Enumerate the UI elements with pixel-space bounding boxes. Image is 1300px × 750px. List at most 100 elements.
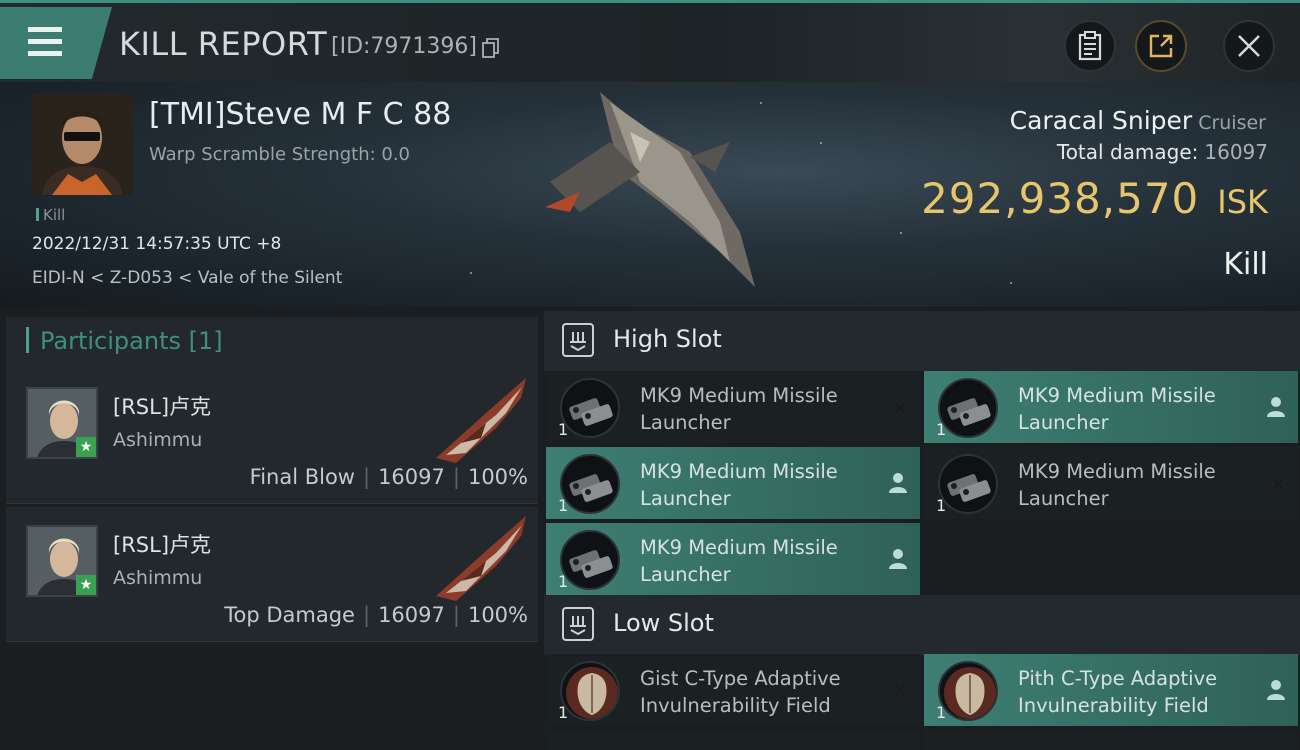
kill-tag: Kill <box>36 206 65 224</box>
module-item[interactable]: 1 MK9 Medium Missile Launcher ✕ <box>546 371 920 443</box>
isk-value: 292,938,570 ISK <box>921 174 1268 223</box>
total-damage-value: 16097 <box>1204 140 1268 164</box>
participant-name: [RSL]卢克 <box>113 533 212 557</box>
module-item[interactable]: 1 Pith C-Type Adaptive Invulnerability Fi… <box>924 654 1298 726</box>
stats-separator: | <box>362 465 371 489</box>
corp-star-icon: ★ <box>76 437 96 457</box>
module-name-line: Launcher <box>640 487 731 510</box>
participant-ship: Ashimmu <box>113 429 203 451</box>
victim-name[interactable]: [TMI]Steve M F C 88 <box>149 97 451 132</box>
victim-ship-image <box>545 92 755 287</box>
pilot-avatar <box>32 94 133 195</box>
menu-icon-bar <box>28 39 62 44</box>
module-image <box>569 398 613 426</box>
participant-ship-image <box>436 378 526 463</box>
destroyed-icon: ✕ <box>1269 472 1286 496</box>
module-image <box>569 474 613 502</box>
slot-glyph <box>570 332 586 352</box>
participant-card[interactable]: ★ [RSL]卢克 Ashimmu Final Blow | 16097 | 100% <box>6 369 538 504</box>
high-slot-header: High Slot <box>544 311 1300 371</box>
report-id: [ID:7971396] <box>331 34 477 59</box>
ship-name-text: Caracal Sniper <box>1009 106 1193 135</box>
missile-launcher-icon <box>560 454 620 514</box>
module-quantity: 1 <box>558 703 569 722</box>
clipboard-button[interactable] <box>1064 20 1116 72</box>
kill-location[interactable]: EIDI-N < Z-D053 < Vale of the Silent <box>32 268 342 288</box>
module-name-line: MK9 Medium Missile <box>1018 384 1216 407</box>
participant-card[interactable]: ★ [RSL]卢克 Ashimmu Top Damage | 16097 | 100% <box>6 507 538 642</box>
participants-accent <box>26 327 29 353</box>
person-icon <box>1267 397 1285 417</box>
participant-damage: 16097 <box>378 603 445 627</box>
stats-separator: | <box>362 603 371 627</box>
module-item-partial[interactable] <box>924 730 1298 750</box>
kill-tag-label: Kill <box>43 206 66 224</box>
module-name-line: Pith C-Type Adaptive <box>1018 667 1218 690</box>
menu-icon <box>28 27 62 32</box>
stats-separator: | <box>452 603 460 627</box>
person-icon <box>889 549 907 569</box>
module-item[interactable]: 1 MK9 Medium Missile Launcher ✕ <box>924 447 1298 519</box>
participant-stats: Final Blow | 16097 | 100% <box>250 465 528 489</box>
person-icon <box>1267 680 1285 700</box>
module-item[interactable]: 1 Gist C-Type Adaptive Invulnerability Fi… <box>546 654 920 726</box>
module-image <box>569 550 613 578</box>
victim-portrait[interactable] <box>32 94 133 195</box>
module-name-line: MK9 Medium Missile <box>1018 460 1216 483</box>
warp-scramble-strength: Warp Scramble Strength: 0.0 <box>149 144 411 165</box>
module-name: MK9 Medium Missile Launcher <box>1018 458 1248 512</box>
kill-tag-marker <box>36 208 39 221</box>
bg-star <box>1010 282 1012 284</box>
slot-glyph <box>570 616 586 636</box>
module-name-line: Launcher <box>640 411 731 434</box>
person-icon <box>889 473 907 493</box>
copy-icon[interactable] <box>482 38 500 58</box>
stats-separator: | <box>452 465 460 489</box>
victim-ship-name[interactable]: Caracal Sniper Cruiser <box>1010 106 1266 135</box>
total-damage-label: Total damage: <box>1056 140 1199 164</box>
participant-name: [RSL]卢克 <box>113 395 212 419</box>
page-title: KILL REPORT <box>119 25 328 63</box>
module-image <box>566 667 618 719</box>
module-item[interactable]: 1 MK9 Medium Missile Launcher <box>924 371 1298 443</box>
module-name: MK9 Medium Missile Launcher <box>1018 382 1248 436</box>
kill-datetime: 2022/12/31 14:57:35 UTC +8 <box>32 234 282 254</box>
low-slot-header: Low Slot <box>544 595 1300 655</box>
module-name-line: MK9 Medium Missile <box>640 460 838 483</box>
bg-star <box>900 232 902 234</box>
module-name-line: Launcher <box>1018 487 1109 510</box>
module-name-line: Gist C-Type Adaptive <box>640 667 841 690</box>
victim-banner: [TMI]Steve M F C 88 Warp Scramble Streng… <box>0 82 1300 307</box>
high-slot-title: High Slot <box>613 325 722 353</box>
menu-button[interactable] <box>0 7 112 79</box>
menu-icon-bar <box>28 51 62 56</box>
participant-percent: 100% <box>467 465 528 489</box>
module-quantity: 1 <box>936 496 947 515</box>
module-name: MK9 Medium Missile Launcher <box>640 534 870 588</box>
participants-title: Participants [1] <box>40 327 223 355</box>
share-icon <box>1149 34 1173 58</box>
participant-avatar[interactable]: ★ <box>26 387 98 459</box>
module-name-line: MK9 Medium Missile <box>640 384 838 407</box>
participant-role: Top Damage <box>224 603 355 627</box>
kill-result: Kill <box>1223 247 1268 282</box>
share-button[interactable] <box>1135 20 1187 72</box>
bg-star <box>820 142 822 144</box>
module-name: Gist C-Type Adaptive Invulnerability Fiel… <box>640 665 870 719</box>
high-slot-icon <box>562 323 594 357</box>
module-item[interactable]: 1 MK9 Medium Missile Launcher <box>546 523 920 595</box>
shield-module-icon <box>560 661 620 721</box>
participant-avatar[interactable]: ★ <box>26 525 98 597</box>
module-name: Pith C-Type Adaptive Invulnerability Fiel… <box>1018 665 1248 719</box>
clipboard-icon <box>1078 31 1102 61</box>
module-quantity: 1 <box>558 572 569 591</box>
module-image <box>947 474 991 502</box>
module-name-line: Invulnerability Field <box>1018 694 1209 717</box>
module-item-partial[interactable] <box>546 730 920 750</box>
participant-percent: 100% <box>467 603 528 627</box>
close-button[interactable] <box>1223 20 1275 72</box>
module-image <box>944 667 996 719</box>
destroyed-icon: ✕ <box>891 679 908 703</box>
module-quantity: 1 <box>558 496 569 515</box>
module-item[interactable]: 1 MK9 Medium Missile Launcher <box>546 447 920 519</box>
